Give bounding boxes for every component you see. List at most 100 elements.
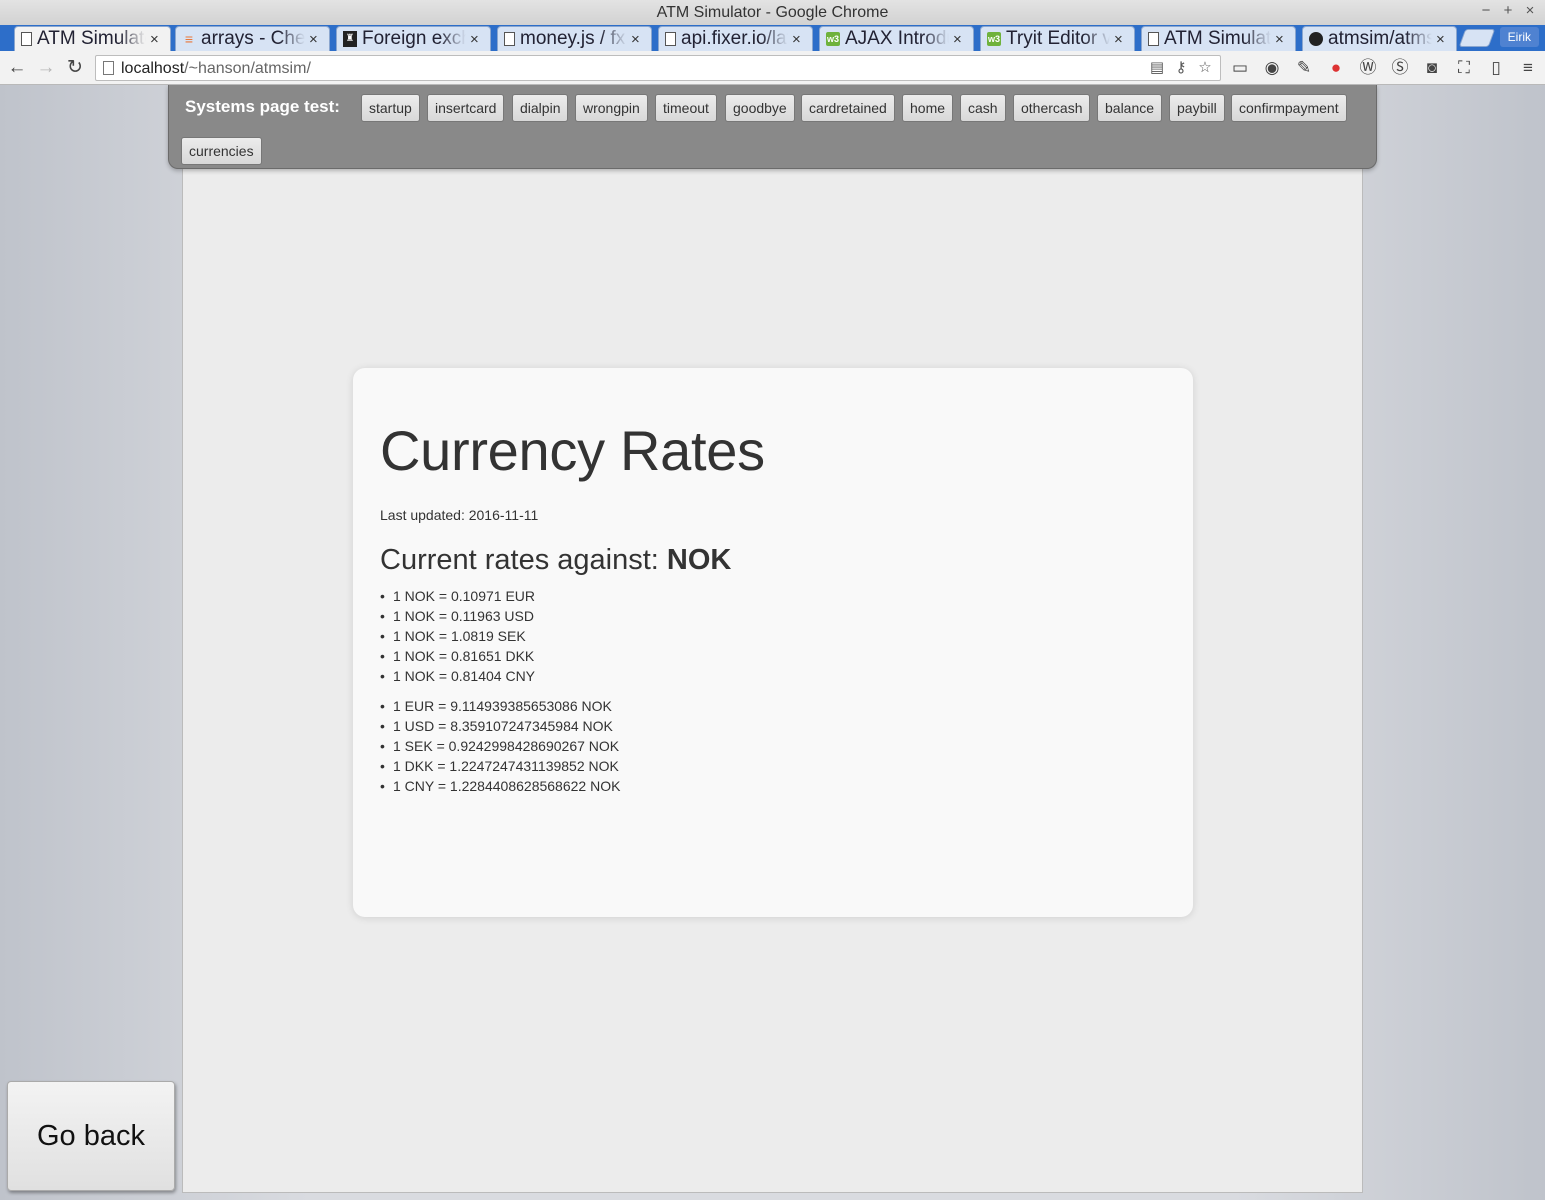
cast-icon[interactable]: ▭ bbox=[1228, 56, 1252, 80]
close-icon[interactable]: × bbox=[631, 31, 645, 48]
record-icon[interactable]: ◉ bbox=[1260, 56, 1284, 80]
tab-label: ATM Simulator bbox=[37, 28, 146, 49]
goodbye-button[interactable]: goodbye bbox=[725, 94, 795, 122]
wrongpin-button[interactable]: wrongpin bbox=[575, 94, 648, 122]
paybill-button[interactable]: paybill bbox=[1169, 94, 1225, 122]
menu-icon[interactable]: ≡ bbox=[1516, 56, 1540, 80]
list-item: 1 SEK = 0.9242998428690267 NOK bbox=[380, 736, 620, 756]
list-item: 1 DKK = 1.2247247431139852 NOK bbox=[380, 756, 620, 776]
tab-atm-simulator-2[interactable]: ATM Simulator × bbox=[1141, 26, 1296, 51]
list-item: 1 NOK = 1.0819 SEK bbox=[380, 626, 535, 646]
maximize-icon[interactable]: + bbox=[1499, 2, 1517, 19]
list-item: 1 NOK = 0.81404 CNY bbox=[380, 666, 535, 686]
incognito-icon[interactable]: ◙ bbox=[1420, 56, 1444, 80]
othercash-button[interactable]: othercash bbox=[1013, 94, 1091, 122]
tab-label: Foreign exchange bbox=[362, 28, 466, 49]
tab-label: arrays - Cheat bbox=[201, 28, 305, 49]
window-titlebar: ATM Simulator - Google Chrome − + × bbox=[0, 0, 1545, 25]
confirmpayment-button[interactable]: confirmpayment bbox=[1231, 94, 1347, 122]
tab-foreign-exchange[interactable]: ♜ Foreign exchange × bbox=[336, 26, 491, 51]
screenshot-icon[interactable]: ⛶ bbox=[1452, 56, 1476, 80]
rates-heading-prefix: Current rates against: bbox=[380, 544, 667, 576]
close-icon[interactable]: × bbox=[792, 31, 806, 48]
tab-label: ATM Simulator bbox=[1164, 28, 1271, 49]
tab-tryit-editor[interactable]: w3 Tryit Editor v3 × bbox=[980, 26, 1135, 51]
insertcard-button[interactable]: insertcard bbox=[427, 94, 505, 122]
fx-icon: ♜ bbox=[343, 31, 357, 47]
tab-arrays[interactable]: ≡ arrays - Cheat × bbox=[175, 26, 330, 51]
tab-label: money.js / fx bbox=[520, 28, 626, 49]
document-icon bbox=[665, 32, 676, 46]
close-window-icon[interactable]: × bbox=[1521, 2, 1539, 19]
rates-from-base-list: 1 NOK = 0.10971 EUR 1 NOK = 0.11963 USD … bbox=[380, 586, 535, 686]
tab-moneyjs[interactable]: money.js / fx × bbox=[497, 26, 652, 51]
close-icon[interactable]: × bbox=[1275, 31, 1289, 48]
close-icon[interactable]: × bbox=[953, 31, 967, 48]
rates-heading: Current rates against: NOK bbox=[380, 544, 731, 577]
cash-button[interactable]: cash bbox=[960, 94, 1006, 122]
w3schools-icon: w3 bbox=[987, 32, 1001, 46]
list-item: 1 EUR = 9.114939385653086 NOK bbox=[380, 696, 620, 716]
reload-icon[interactable]: ↻ bbox=[63, 56, 87, 80]
currency-rates-card: Currency Rates Last updated: 2016-11-11 … bbox=[353, 368, 1193, 917]
page-action-icon[interactable]: ▯ bbox=[1484, 56, 1508, 80]
tab-label: atmsim/atmsim bbox=[1328, 28, 1432, 49]
currencies-button[interactable]: currencies bbox=[181, 137, 262, 165]
go-back-button[interactable]: Go back bbox=[7, 1081, 175, 1191]
systems-test-panel: Systems page test: startup insertcard di… bbox=[168, 85, 1377, 169]
extension-icons: ▭ ◉ ✎ ● Ⓦ Ⓢ ◙ ⛶ ▯ ≡ bbox=[1228, 56, 1540, 80]
home-button[interactable]: home bbox=[902, 94, 954, 122]
star-icon[interactable]: ☆ bbox=[1196, 59, 1214, 77]
window-controls: − + × bbox=[1477, 2, 1539, 19]
tab-github-atmsim[interactable]: atmsim/atmsim × bbox=[1302, 26, 1457, 51]
startup-button[interactable]: startup bbox=[361, 94, 420, 122]
list-item: 1 USD = 8.359107247345984 NOK bbox=[380, 716, 620, 736]
wordpress-icon[interactable]: Ⓦ bbox=[1356, 56, 1380, 80]
systems-test-label: Systems page test: bbox=[185, 97, 340, 116]
last-updated: Last updated: 2016-11-11 bbox=[380, 507, 539, 523]
document-icon bbox=[1148, 32, 1159, 46]
address-bar[interactable]: localhost/~hanson/atmsim/ ▤ ⚷ ☆ bbox=[95, 55, 1221, 81]
list-item: 1 NOK = 0.11963 USD bbox=[380, 606, 535, 626]
dialpin-button[interactable]: dialpin bbox=[512, 94, 569, 122]
close-icon[interactable]: × bbox=[1114, 31, 1128, 48]
browser-toolbar: ← → ↻ localhost/~hanson/atmsim/ ▤ ⚷ ☆ ▭ … bbox=[0, 51, 1545, 85]
s-icon[interactable]: Ⓢ bbox=[1388, 56, 1412, 80]
rates-to-base-list: 1 EUR = 9.114939385653086 NOK 1 USD = 8.… bbox=[380, 696, 620, 796]
timeout-button[interactable]: timeout bbox=[655, 94, 717, 122]
tab-fixer-api[interactable]: api.fixer.io/latest × bbox=[658, 26, 813, 51]
tab-atm-simulator[interactable]: ATM Simulator × bbox=[14, 26, 171, 51]
close-icon[interactable]: × bbox=[470, 31, 484, 48]
new-tab-button[interactable] bbox=[1458, 29, 1496, 47]
close-icon[interactable]: × bbox=[1436, 31, 1450, 48]
list-item: 1 NOK = 0.10971 EUR bbox=[380, 586, 535, 606]
url-text[interactable]: localhost/~hanson/atmsim/ bbox=[121, 60, 311, 78]
w3schools-icon: w3 bbox=[826, 32, 840, 46]
close-icon[interactable]: × bbox=[309, 31, 323, 48]
document-icon bbox=[504, 32, 515, 46]
reader-icon[interactable]: ▤ bbox=[1148, 59, 1166, 77]
profile-button[interactable]: Eirik bbox=[1499, 27, 1539, 47]
color-icon[interactable]: ● bbox=[1324, 56, 1348, 80]
forward-icon[interactable]: → bbox=[34, 56, 58, 80]
base-currency: NOK bbox=[666, 544, 732, 576]
minimize-icon[interactable]: − bbox=[1477, 2, 1495, 19]
tab-ajax-intro[interactable]: w3 AJAX Introduction × bbox=[819, 26, 974, 51]
url-host: localhost bbox=[121, 60, 185, 77]
github-icon bbox=[1309, 32, 1323, 46]
balance-button[interactable]: balance bbox=[1097, 94, 1163, 122]
list-item: 1 CNY = 1.2284408628568622 NOK bbox=[380, 776, 620, 796]
list-item: 1 NOK = 0.81651 DKK bbox=[380, 646, 535, 666]
cardretained-button[interactable]: cardretained bbox=[801, 94, 895, 122]
eyedropper-icon[interactable]: ✎ bbox=[1292, 56, 1316, 80]
close-icon[interactable]: × bbox=[150, 31, 164, 48]
document-icon bbox=[21, 32, 32, 46]
page-icon bbox=[103, 61, 114, 75]
key-icon[interactable]: ⚷ bbox=[1172, 59, 1190, 77]
tab-label: Tryit Editor v3 bbox=[1006, 28, 1110, 49]
omnibox-icons: ▤ ⚷ ☆ bbox=[1148, 59, 1214, 77]
back-icon[interactable]: ← bbox=[5, 56, 29, 80]
tab-strip: ATM Simulator × ≡ arrays - Cheat × ♜ For… bbox=[0, 25, 1545, 51]
tab-label: api.fixer.io/latest bbox=[681, 28, 788, 49]
tab-label: AJAX Introduction bbox=[845, 28, 949, 49]
